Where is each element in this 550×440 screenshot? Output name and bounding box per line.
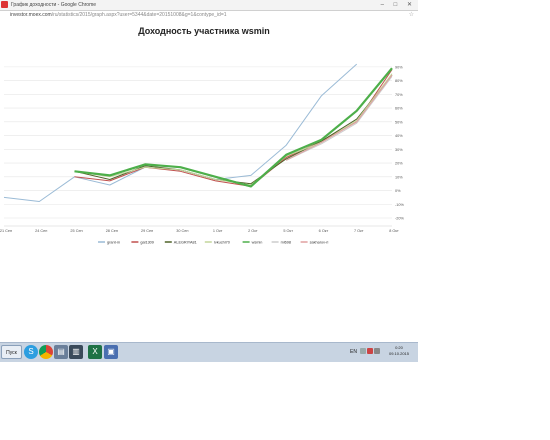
x-tick-label: 24 Сен <box>35 229 47 233</box>
x-tick-label: 2 Окт <box>248 229 258 233</box>
address-bar[interactable]: investor.moex.com/ru/statistics/2015/gra… <box>0 11 418 20</box>
y-tick-label: 20% <box>395 162 403 166</box>
x-tick-label: 8 Окт <box>389 229 399 233</box>
chart-title: Доходность участника wsmin <box>138 26 270 36</box>
x-tick-label: 1 Окт <box>213 229 223 233</box>
legend-label: wsmin <box>252 241 263 245</box>
window-title-bar: График доходности - Google Chrome – □ ✕ <box>0 0 418 11</box>
network-icon[interactable] <box>374 348 380 354</box>
y-tick-label: 40% <box>395 134 403 138</box>
yield-chart: Доходность участника wsmin -20% -10% 0% 10% 2… <box>0 26 404 245</box>
legend-label: ALEGRIYA81 <box>174 241 197 245</box>
x-tick-label: 5 Окт <box>283 229 293 233</box>
legend-label: gal1309 <box>140 241 154 245</box>
language-indicator[interactable]: EN <box>350 343 357 361</box>
tray-icon[interactable] <box>360 348 366 354</box>
y-tick-label: 90% <box>395 65 403 69</box>
window-title: График доходности - Google Chrome <box>11 2 97 8</box>
y-tick-label: 50% <box>395 120 403 124</box>
legend-label: Ivkuchi70 <box>214 241 230 245</box>
empty-area <box>0 362 550 440</box>
x-tick-label: 29 Сен <box>141 229 153 233</box>
y-tick-label: 0% <box>395 189 401 193</box>
tab-favicon-icon <box>1 1 8 8</box>
series-line-grant-m <box>3 63 358 202</box>
legend-label: grant-m <box>107 241 120 245</box>
app-window-icon[interactable]: ▤ <box>54 345 68 359</box>
window-controls[interactable]: – □ ✕ <box>381 0 416 10</box>
x-tick-label: 7 Окт <box>354 229 364 233</box>
bookmark-star-icon[interactable]: ☆ <box>409 11 414 20</box>
legend-label: sakharov-ri <box>310 241 329 245</box>
page-content: Доходность участника wsmin -20% -10% 0% 10% 2… <box>0 20 419 342</box>
skype-icon[interactable]: S <box>24 345 38 359</box>
system-clock[interactable]: 0:20 09.10.2015 <box>383 345 415 357</box>
y-tick-label: 30% <box>395 148 403 152</box>
x-tick-label: 30 Сен <box>176 229 188 233</box>
chrome-icon[interactable] <box>39 345 53 359</box>
x-tick-label: 25 Сен <box>70 229 82 233</box>
start-button[interactable]: Пуск <box>1 345 22 359</box>
x-tick-label: 28 Сен <box>106 229 118 233</box>
file-manager-icon[interactable]: ▣ <box>104 345 118 359</box>
tray-icon[interactable] <box>367 348 373 354</box>
x-tick-label: 21 Сен <box>0 229 12 233</box>
y-tick-label: 60% <box>395 107 403 111</box>
legend-label: ml698 <box>281 241 291 245</box>
y-tick-label: 70% <box>395 93 403 97</box>
terminal-icon[interactable]: ▥ <box>69 345 83 359</box>
y-tick-label: -20% <box>395 217 404 221</box>
desktop-background <box>418 0 550 342</box>
x-tick-label: 6 Окт <box>319 229 329 233</box>
y-tick-label: -10% <box>395 203 404 207</box>
excel-icon[interactable]: X <box>88 345 102 359</box>
y-tick-label: 10% <box>395 175 403 179</box>
taskbar: Пуск S ▤ ▥ X ▣ EN 0:20 09.10.2015 <box>0 342 418 362</box>
url-text[interactable]: investor.moex.com/ru/statistics/2015/gra… <box>10 11 227 20</box>
y-tick-label: 80% <box>395 79 403 83</box>
